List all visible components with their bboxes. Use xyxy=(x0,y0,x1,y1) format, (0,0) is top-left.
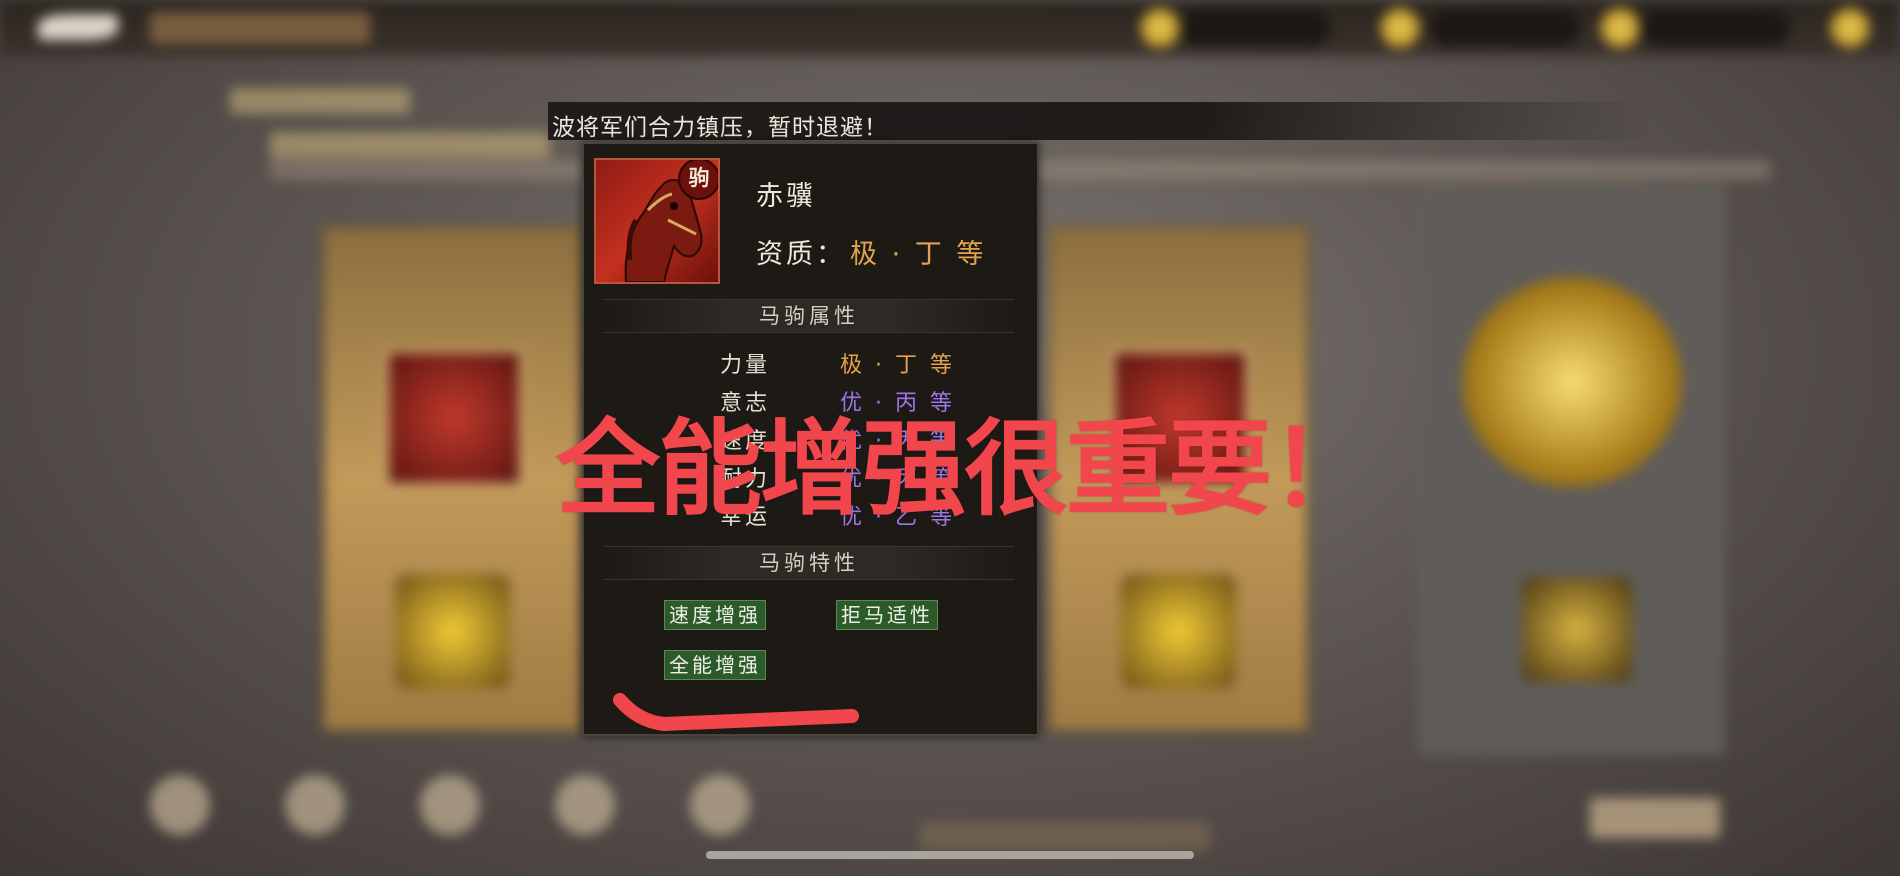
bottom-menu-icon[interactable] xyxy=(150,775,210,835)
resource-counter xyxy=(1640,10,1790,46)
notice-text: 波将军们合力镇压，暂时退避！ xyxy=(552,115,888,141)
resource-counter xyxy=(1430,10,1580,46)
attributes-section-header: 马驹属性 xyxy=(604,299,1014,333)
gold-coin-icon xyxy=(1600,8,1640,48)
horse-portrait xyxy=(385,349,523,487)
stage-title xyxy=(150,12,370,44)
traits-section-header: 马驹特性 xyxy=(604,546,1014,580)
annotation-overlay-text: 全能增强很重要！ xyxy=(556,408,1374,530)
bottom-menu-icon[interactable] xyxy=(420,775,480,835)
attribute-value: 极 · 丁 等 xyxy=(840,353,955,378)
reward-panel[interactable] xyxy=(1420,185,1724,754)
horse-tag-badge: 驹 xyxy=(678,160,718,200)
horse-quality: 资质：极 · 丁 等 xyxy=(756,232,986,271)
golden-horse-emblem-icon xyxy=(1462,277,1682,487)
horse-name: 赤骥 xyxy=(756,181,816,212)
quality-label: 资质： xyxy=(756,239,846,270)
annotation-underline-stroke xyxy=(613,693,859,732)
action-button[interactable] xyxy=(1590,798,1720,838)
background-label xyxy=(270,132,550,158)
background-label xyxy=(230,88,410,114)
gold-coin-icon xyxy=(1140,8,1180,48)
attribute-name: 力量 xyxy=(720,353,771,378)
notice-banner: 波将军们合力镇压，暂时退避！ xyxy=(548,102,1648,141)
horse-card-left[interactable] xyxy=(322,226,583,732)
trait-badge-anti-cavalry[interactable]: 拒马适性 xyxy=(836,600,938,630)
medal-icon xyxy=(1121,574,1236,689)
horse-portrait: 驹 xyxy=(594,158,720,284)
bottom-menu-icon[interactable] xyxy=(690,775,750,835)
top-bar xyxy=(0,0,1900,56)
bottom-menu-icon[interactable] xyxy=(555,775,615,835)
attributes-section-title: 马驹属性 xyxy=(759,304,859,328)
resource-counter xyxy=(1180,10,1330,46)
trait-badge-speed-boost[interactable]: 速度增强 xyxy=(664,600,766,630)
medal-icon xyxy=(395,574,510,689)
trait-badge-all-round-boost[interactable]: 全能增强 xyxy=(664,650,766,680)
bottom-status-bar xyxy=(920,822,1210,850)
reward-item-icon xyxy=(1522,577,1632,682)
quality-value: 极 · 丁 等 xyxy=(850,239,987,270)
settings-icon[interactable] xyxy=(1830,8,1870,48)
home-indicator[interactable] xyxy=(706,851,1194,859)
gold-coin-icon xyxy=(1380,8,1420,48)
attribute-row-strength: 力量 极 · 丁 等 xyxy=(720,347,955,379)
game-logo-icon xyxy=(38,14,118,40)
traits-section-title: 马驹特性 xyxy=(759,551,859,575)
bottom-menu-icon[interactable] xyxy=(285,775,345,835)
